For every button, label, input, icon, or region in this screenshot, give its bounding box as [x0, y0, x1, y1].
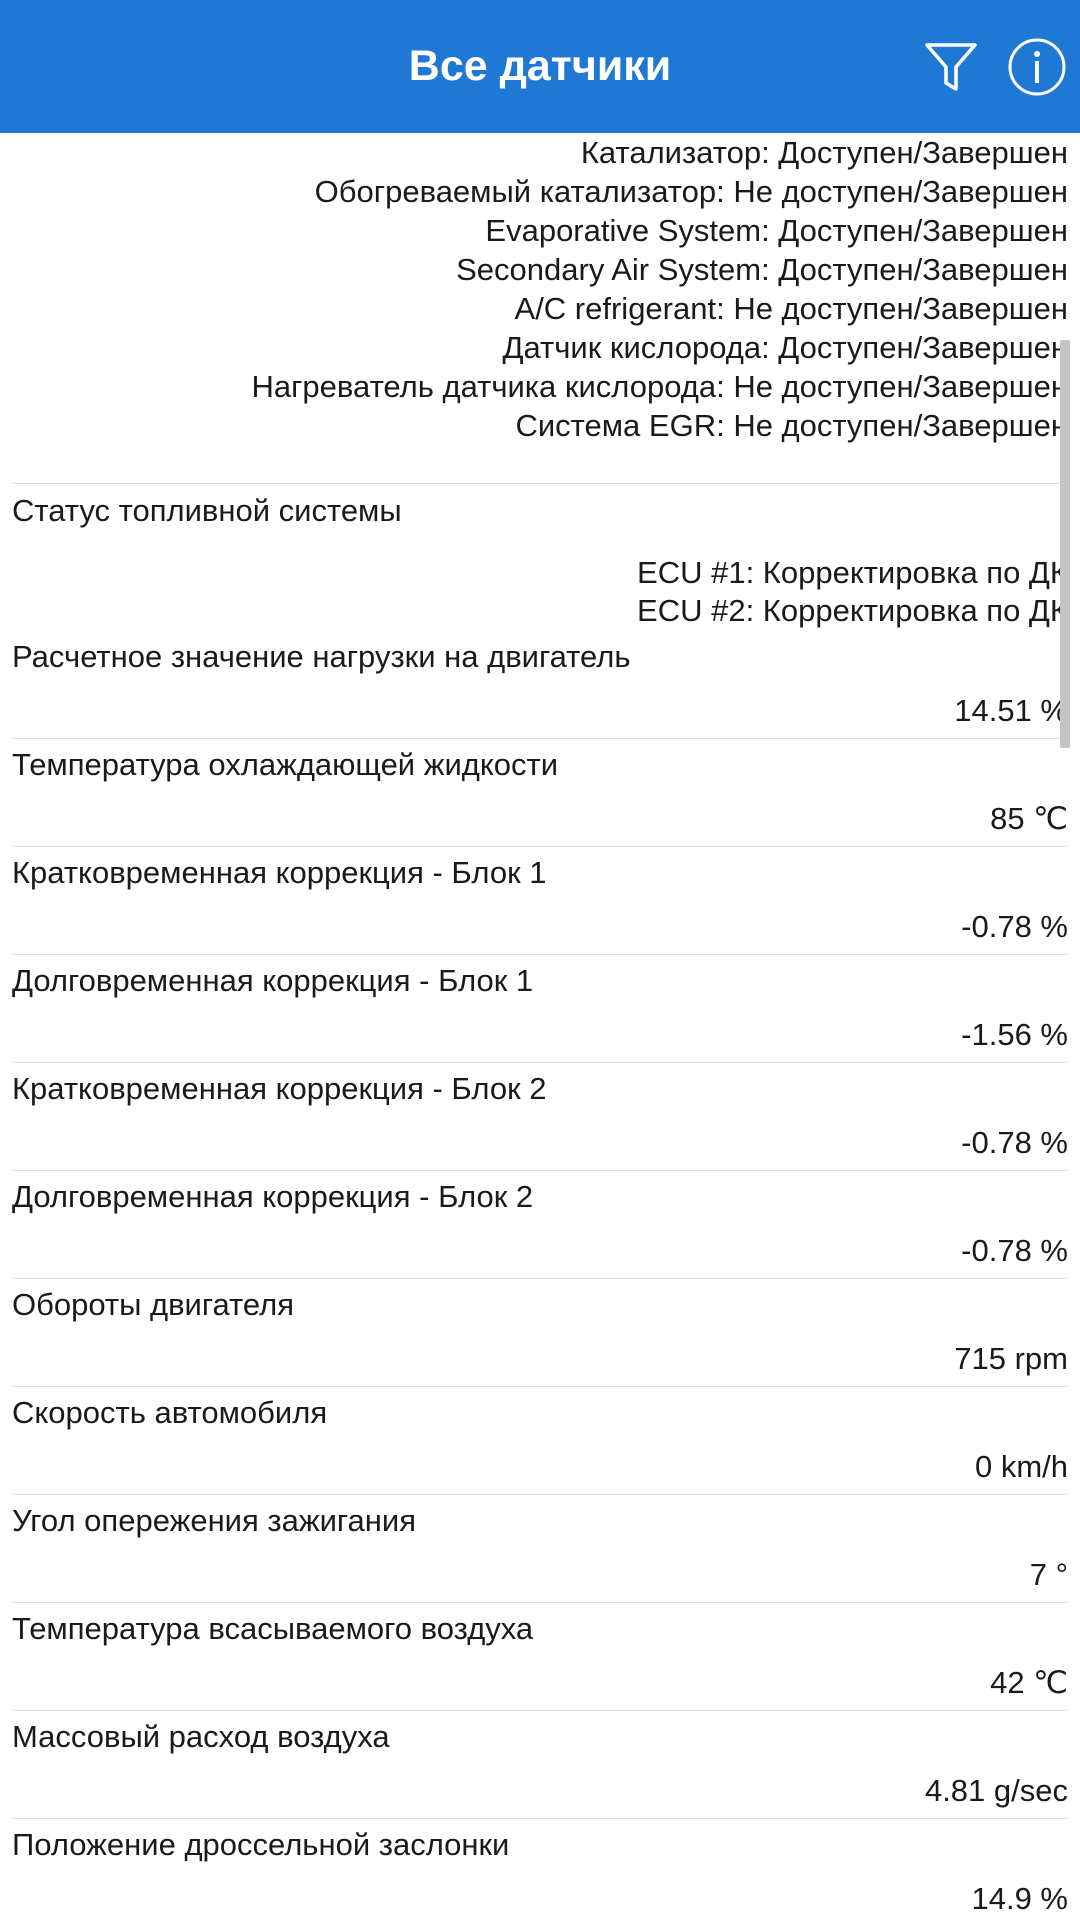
sensor-label: Скорость автомобиля	[12, 1395, 328, 1430]
readiness-line: Обогреваемый катализатор: Не доступен/За…	[314, 174, 1068, 209]
sensor-label: Обороты двигателя	[12, 1287, 294, 1322]
readiness-monitors: Катализатор: Доступен/Завершен Обогревае…	[8, 133, 1068, 445]
sensor-value: 85 ℃	[990, 801, 1068, 836]
sensor-row[interactable]: Долговременная коррекция - Блок 2 -0.78 …	[0, 1171, 1080, 1279]
sensor-row[interactable]: Угол опережения зажигания 7 °	[0, 1495, 1080, 1603]
readiness-line: A/C refrigerant: Не доступен/Завершен	[514, 291, 1068, 326]
sensor-row[interactable]: Кратковременная коррекция - Блок 1 -0.78…	[0, 847, 1080, 955]
sensor-row[interactable]: Расчетное значение нагрузки на двигатель…	[0, 631, 1080, 739]
sensor-row[interactable]: Массовый расход воздуха 4.81 g/sec	[0, 1711, 1080, 1819]
sensor-label: Угол опережения зажигания	[12, 1503, 416, 1538]
sensor-row[interactable]: Скорость автомобиля 0 km/h	[0, 1387, 1080, 1495]
sensor-label: Температура всасываемого воздуха	[12, 1611, 534, 1646]
sensor-row[interactable]: Обороты двигателя 715 rpm	[0, 1279, 1080, 1387]
sensor-value: 715 rpm	[954, 1341, 1068, 1376]
sensor-value: -0.78 %	[961, 1125, 1068, 1160]
sensor-row[interactable]: Температура охлаждающей жидкости 85 ℃	[0, 739, 1080, 847]
fuel-system-row[interactable]: Статус топливной системы ECU #1: Коррект…	[0, 483, 1080, 631]
sensor-label: Кратковременная коррекция - Блок 2	[12, 1071, 547, 1106]
sensor-value: -0.78 %	[961, 1233, 1068, 1268]
sensor-row[interactable]: Кратковременная коррекция - Блок 2 -0.78…	[0, 1063, 1080, 1171]
sensor-label: Расчетное значение нагрузки на двигатель	[12, 639, 631, 674]
app-bar: Все датчики	[0, 0, 1080, 133]
sensor-label: Температура охлаждающей жидкости	[12, 747, 559, 782]
scrollbar[interactable]	[1060, 340, 1070, 748]
sensor-row[interactable]: Долговременная коррекция - Блок 1 -1.56 …	[0, 955, 1080, 1063]
fuel-system-label: Статус топливной системы	[12, 493, 402, 528]
sensor-value: 14.9 %	[971, 1881, 1068, 1916]
info-icon	[1008, 38, 1066, 96]
readiness-line: Secondary Air System: Доступен/Завершен	[456, 252, 1068, 287]
readiness-line: Evaporative System: Доступен/Завершен	[485, 213, 1068, 248]
readiness-line: Катализатор: Доступен/Завершен	[580, 135, 1068, 170]
sensor-value: -1.56 %	[961, 1017, 1068, 1052]
filter-icon	[925, 43, 977, 91]
sensor-row[interactable]: Температура всасываемого воздуха 42 ℃	[0, 1603, 1080, 1711]
sensor-value: 0 km/h	[974, 1449, 1068, 1484]
sensor-label: Долговременная коррекция - Блок 2	[12, 1179, 534, 1214]
sensor-value: -0.78 %	[961, 909, 1068, 944]
sensor-label: Массовый расход воздуха	[12, 1719, 390, 1754]
fuel-system-ecu2: ECU #2: Корректировка по ДК	[637, 593, 1068, 628]
sensor-row[interactable]: Положение дроссельной заслонки 14.9 %	[0, 1819, 1080, 1920]
sensor-label: Положение дроссельной заслонки	[12, 1827, 510, 1862]
readiness-line: Датчик кислорода: Доступен/Завершен	[502, 330, 1069, 365]
sensor-label: Долговременная коррекция - Блок 1	[12, 963, 534, 998]
readiness-line: Нагреватель датчика кислорода: Не доступ…	[251, 369, 1068, 404]
fuel-system-ecu1: ECU #1: Корректировка по ДК	[637, 555, 1068, 590]
sensor-label: Кратковременная коррекция - Блок 1	[12, 855, 547, 890]
info-button[interactable]	[998, 28, 1076, 106]
readiness-line: Система EGR: Не доступен/Завершен	[515, 408, 1068, 443]
sensor-list[interactable]: Катализатор: Доступен/Завершен Обогревае…	[0, 133, 1080, 1920]
sensor-value: 42 ℃	[990, 1665, 1068, 1700]
filter-button[interactable]	[912, 28, 990, 106]
sensor-value: 4.81 g/sec	[924, 1773, 1068, 1808]
sensor-value: 7 °	[1029, 1557, 1068, 1592]
sensor-value: 14.51 %	[954, 693, 1068, 728]
